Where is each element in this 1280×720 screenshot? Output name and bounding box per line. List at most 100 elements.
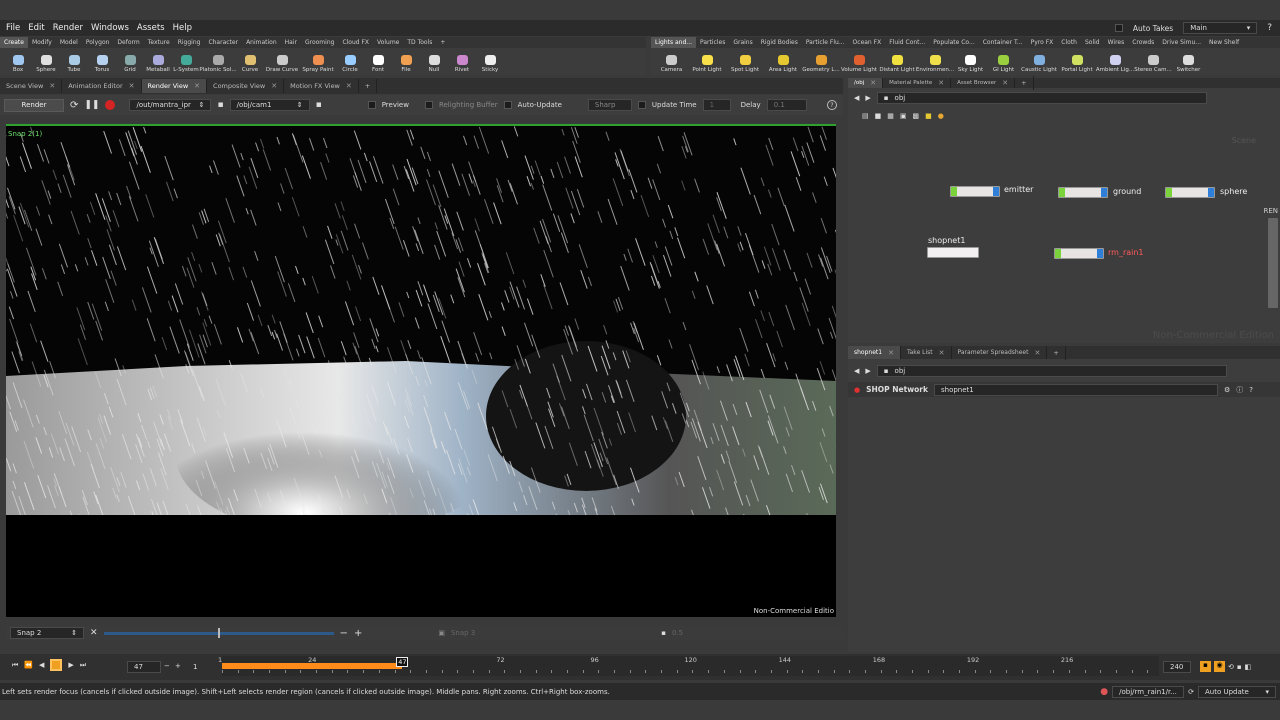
tool-area-light[interactable]: Area Light [764, 48, 802, 75]
close-icon[interactable]: ✕ [888, 349, 894, 357]
tool-gi-light[interactable]: GI Light [987, 48, 1020, 75]
shelf-tab-populate-co[interactable]: Populate Co... [929, 37, 978, 48]
delay-field[interactable]: 0.1 [766, 99, 807, 111]
tab-composite-view[interactable]: Composite View ✕ [207, 79, 285, 93]
shelf-tab-cloth[interactable]: Cloth [1057, 37, 1081, 48]
end-frame-field[interactable]: 240 [1163, 661, 1191, 673]
node-name-field[interactable]: shopnet1 [934, 383, 1218, 396]
net-tab-obj[interactable]: /obj ✕ [848, 78, 884, 88]
shelf-tab-hair[interactable]: Hair [281, 37, 301, 48]
minus-icon[interactable]: − [340, 628, 348, 639]
tool-sky-light[interactable]: Sky Light [954, 48, 987, 75]
add-tab-icon[interactable]: + [1047, 345, 1066, 360]
tool-spray-paint[interactable]: Spray Paint [300, 48, 336, 75]
tab-scene-view[interactable]: Scene View ✕ [0, 79, 63, 93]
shelf-tab-td-tools[interactable]: TD Tools [403, 37, 436, 48]
box-icon[interactable]: ■ [875, 112, 882, 120]
info-icon[interactable]: ⓘ [1236, 385, 1243, 395]
list-icon[interactable]: ▤ [862, 112, 869, 120]
desktop-select[interactable]: Main ▾ [1183, 22, 1258, 34]
shelf-tab-crowds[interactable]: Crowds [1128, 37, 1158, 48]
update-time-field[interactable]: 1 [702, 99, 731, 111]
param-tab-shopnet1[interactable]: shopnet1 ✕ [848, 346, 901, 359]
loop-icon[interactable]: ⟲ [1228, 663, 1234, 671]
playhead[interactable]: 47 [396, 657, 409, 667]
settings-icon[interactable]: ◧ [1245, 663, 1252, 671]
close-icon[interactable]: ✕ [939, 349, 945, 357]
tool-switcher[interactable]: Switcher [1172, 48, 1205, 75]
shelf-tab-new-shelf[interactable]: New Shelf [1205, 37, 1243, 48]
shelf-tab-pyro-fx[interactable]: Pyro FX [1027, 37, 1058, 48]
plus-icon[interactable]: + [175, 662, 181, 670]
stop-icon[interactable] [105, 100, 116, 110]
close-icon[interactable]: ✕ [870, 79, 876, 87]
close-icon[interactable]: ✕ [1002, 79, 1008, 87]
stop-icon[interactable] [50, 659, 63, 671]
sticky-icon[interactable]: ● [938, 112, 944, 120]
note-icon[interactable]: ■ [925, 112, 932, 120]
pause-icon[interactable]: ❚❚ [84, 100, 99, 110]
tool-ambient-lig[interactable]: Ambient Lig... [1096, 48, 1134, 75]
close-icon[interactable]: ✕ [129, 82, 135, 90]
add-tab-icon[interactable]: + [436, 37, 449, 48]
camera-icon[interactable]: ▪ [217, 100, 223, 110]
tool-stereo-cam[interactable]: Stereo Cam... [1134, 48, 1172, 75]
shelf-tab-particles[interactable]: Particles [696, 37, 729, 48]
snapshot-icon[interactable]: ▪ [316, 100, 322, 110]
current-frame-field[interactable]: 47 [127, 661, 161, 673]
shelf-tab-model[interactable]: Model [56, 37, 82, 48]
play-reverse-icon[interactable]: ◀ [39, 661, 44, 669]
snapshot-slider[interactable] [103, 627, 334, 638]
tool-portal-light[interactable]: Portal Light [1058, 48, 1096, 75]
close-icon[interactable]: ✕ [194, 82, 200, 90]
close-icon[interactable]: ✕ [271, 82, 277, 90]
tool-spot-light[interactable]: Spot Light [726, 48, 764, 75]
jump-end-icon[interactable]: ⏭ [80, 661, 86, 670]
tool-geometry-l[interactable]: Geometry L... [802, 48, 840, 75]
tool-rivet[interactable]: Rivet [448, 48, 476, 75]
tool-environmen[interactable]: Environmen... [916, 48, 954, 75]
menu-windows[interactable]: Windows [91, 23, 129, 33]
shelf-tab-grooming[interactable]: Grooming [301, 37, 338, 48]
tab-render-view[interactable]: Render View ✕ [141, 79, 208, 93]
camera-snap-icon[interactable]: ▣ [438, 629, 445, 637]
menu-render[interactable]: Render [53, 23, 83, 33]
tool-torus[interactable]: Torus [88, 48, 116, 75]
sharp-select[interactable]: Sharp [587, 99, 632, 111]
shelf-tab-deform[interactable]: Deform [113, 37, 143, 48]
node-rain[interactable] [1054, 248, 1104, 259]
shelf-tab-character[interactable]: Character [204, 37, 242, 48]
tab-animation-editor[interactable]: Animation Editor ✕ [62, 79, 142, 93]
parameter-path-field[interactable]: ▪ obj [876, 364, 1227, 377]
tool-camera[interactable]: Camera [655, 48, 688, 75]
render-viewport[interactable]: Snap 2(1) [6, 124, 836, 515]
param-tab-parameter-spreadsheet[interactable]: Parameter Spreadsheet ✕ [952, 346, 1048, 359]
key-icon[interactable]: ▪ [1200, 661, 1211, 672]
shelf-tab-solid[interactable]: Solid [1081, 37, 1104, 48]
auto-takes-checkbox[interactable] [1114, 24, 1123, 32]
preview-checkbox[interactable] [367, 101, 376, 109]
tool-volume-light[interactable]: Volume Light [840, 48, 878, 75]
menu-help[interactable]: Help [173, 23, 192, 33]
network-icon[interactable]: ▩ [913, 112, 920, 120]
step-back-icon[interactable]: ⏪ [24, 661, 33, 669]
tool-box[interactable]: Box [4, 48, 32, 75]
tool-font[interactable]: Font [364, 48, 392, 75]
shelf-tab-volume[interactable]: Volume [373, 37, 403, 48]
shelf-tab-ocean-fx[interactable]: Ocean FX [849, 37, 886, 48]
close-icon[interactable]: ✕ [90, 628, 98, 638]
network-path-field[interactable]: ▪ obj [876, 91, 1207, 104]
net-tab-material-palette[interactable]: Material Palette ✕ [883, 78, 952, 88]
tab-motion-fx-view[interactable]: Motion FX View ✕ [284, 79, 359, 93]
tool-circle[interactable]: Circle [336, 48, 364, 75]
shelf-tab-wires[interactable]: Wires [1104, 37, 1129, 48]
shelf-tab-grains[interactable]: Grains [729, 37, 756, 48]
ab-compare-icon[interactable]: ▪ [661, 629, 666, 637]
tool-curve[interactable]: Curve [236, 48, 264, 75]
back-icon[interactable]: ◀ [854, 367, 859, 375]
auto-update-checkbox[interactable] [503, 101, 512, 109]
auto-update-select[interactable]: Auto Update ▾ [1198, 685, 1276, 698]
network-scrollbar[interactable] [1268, 218, 1278, 308]
shelf-tab-create[interactable]: Create [0, 37, 28, 48]
node-ground[interactable] [1058, 187, 1108, 198]
